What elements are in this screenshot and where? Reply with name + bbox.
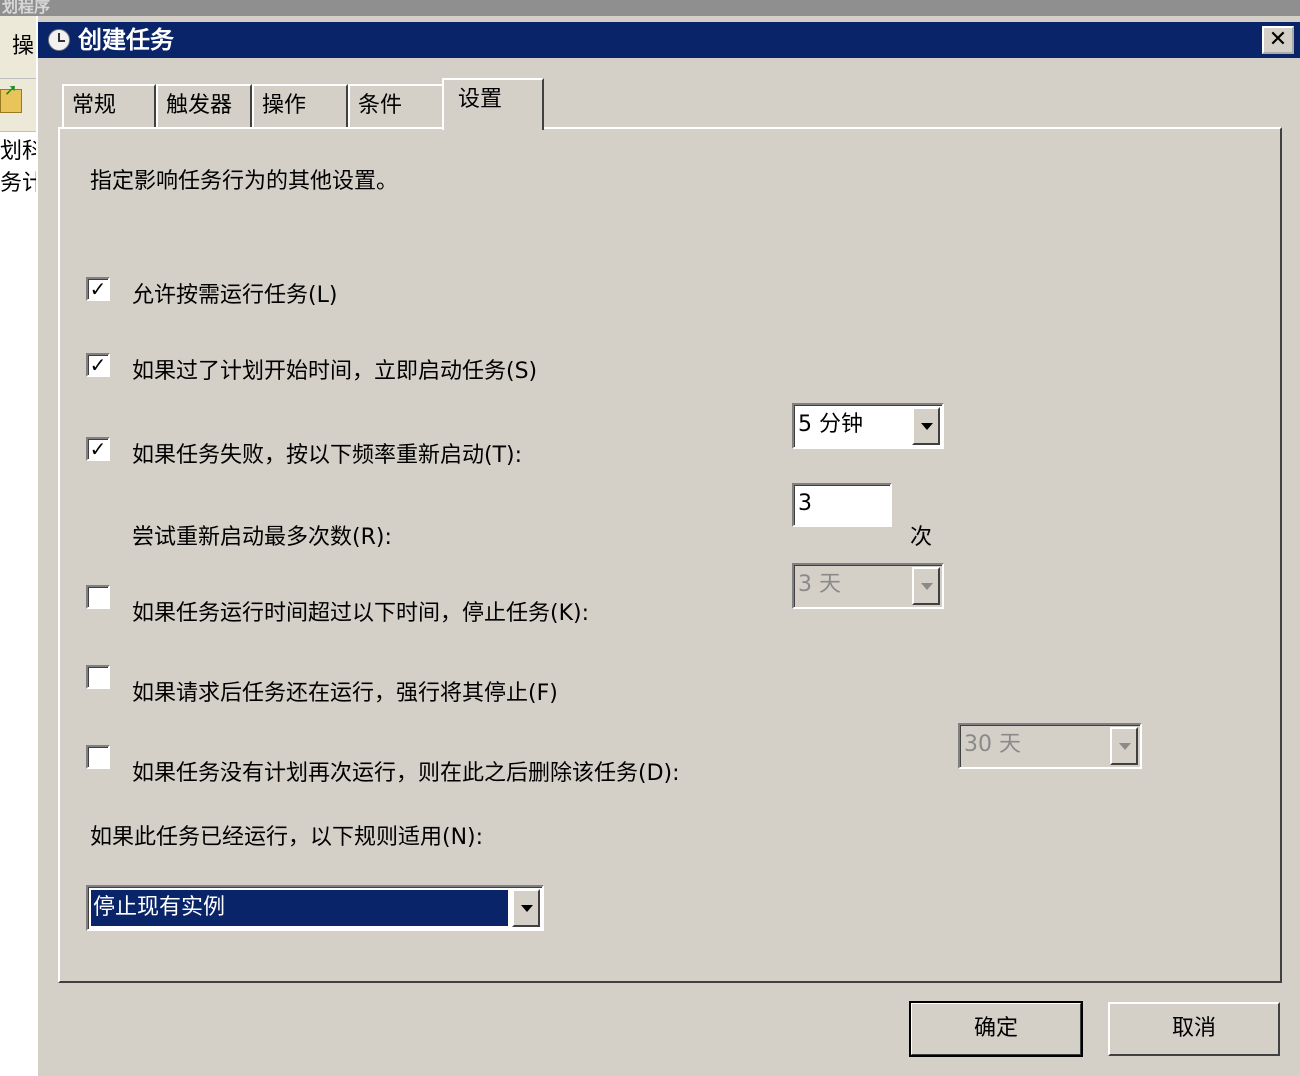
background-toolbar: ➚	[0, 78, 36, 132]
clock-icon	[48, 29, 70, 51]
delete-duration-select[interactable]: 30 天	[958, 723, 1142, 769]
close-button[interactable]: ✕	[1262, 26, 1294, 54]
delete-if-not-scheduled-label: 如果任务没有计划再次运行，则在此之后删除该任务(D):	[132, 761, 680, 786]
settings-panel: 指定影响任务行为的其他设置。 ✓ 允许按需运行任务(L) ✓ 如果过了计划开始时…	[58, 127, 1282, 983]
force-stop-label: 如果请求后任务还在运行，强行将其停止(F)	[132, 681, 558, 706]
dialog-title: 创建任务	[78, 26, 174, 54]
create-task-dialog: 创建任务 ✕ 常规 触发器 操作 条件 设置 指定影响任务行为的其他设置。 ✓ …	[36, 16, 1300, 1076]
dialog-titlebar[interactable]: 创建任务 ✕	[38, 22, 1300, 58]
stop-duration-select[interactable]: 3 天	[792, 563, 944, 609]
instance-rule-value: 停止现有实例	[91, 890, 508, 926]
restart-on-fail-checkbox[interactable]: ✓	[86, 437, 110, 461]
chevron-down-icon[interactable]	[512, 889, 540, 927]
restart-interval-value: 5 分钟	[798, 412, 863, 437]
delete-duration-value: 30 天	[964, 732, 1021, 757]
tab-settings[interactable]: 设置	[442, 78, 544, 130]
settings-description: 指定影响任务行为的其他设置。	[90, 169, 399, 194]
chevron-down-icon[interactable]	[912, 407, 940, 445]
instance-rule-select[interactable]: 停止现有实例	[86, 885, 544, 931]
restart-on-fail-label: 如果任务失败，按以下频率重新启动(T):	[132, 443, 523, 468]
stop-if-runs-longer-checkbox[interactable]	[86, 585, 110, 609]
start-if-missed-checkbox[interactable]: ✓	[86, 353, 110, 377]
tab-actions[interactable]: 操作	[252, 84, 348, 128]
ok-button[interactable]: 确定	[909, 1001, 1083, 1057]
allow-on-demand-label: 允许按需运行任务(L)	[132, 283, 338, 308]
tab-conditions[interactable]: 条件	[348, 84, 444, 128]
start-if-missed-label: 如果过了计划开始时间，立即启动任务(S)	[132, 359, 538, 384]
background-tree-item[interactable]: 务计	[0, 168, 36, 200]
restart-attempts-label: 尝试重新启动最多次数(R):	[132, 525, 392, 550]
restart-attempts-unit: 次	[910, 525, 933, 550]
restart-attempts-input[interactable]: 3	[792, 483, 892, 527]
allow-on-demand-checkbox[interactable]: ✓	[86, 277, 110, 301]
background-menu-item[interactable]: 操	[0, 16, 36, 78]
chevron-down-icon[interactable]	[912, 567, 940, 605]
chevron-down-icon[interactable]	[1110, 727, 1138, 765]
tab-triggers[interactable]: 触发器	[156, 84, 252, 128]
background-window-title: 划程序	[0, 0, 1300, 16]
stop-duration-value: 3 天	[798, 572, 841, 597]
cancel-button[interactable]: 取消	[1108, 1002, 1280, 1056]
stop-if-runs-longer-label: 如果任务运行时间超过以下时间，停止任务(K):	[132, 601, 590, 626]
force-stop-checkbox[interactable]	[86, 665, 110, 689]
delete-if-not-scheduled-checkbox[interactable]	[86, 745, 110, 769]
tab-general[interactable]: 常规	[62, 84, 156, 128]
background-window: 操 ➚ 划科 务计	[0, 16, 37, 1076]
restart-interval-select[interactable]: 5 分钟	[792, 403, 944, 449]
rule-label: 如果此任务已经运行，以下规则适用(N):	[90, 825, 484, 850]
up-arrow-icon: ➚	[4, 80, 18, 99]
background-tree-item[interactable]: 划科	[0, 136, 36, 168]
